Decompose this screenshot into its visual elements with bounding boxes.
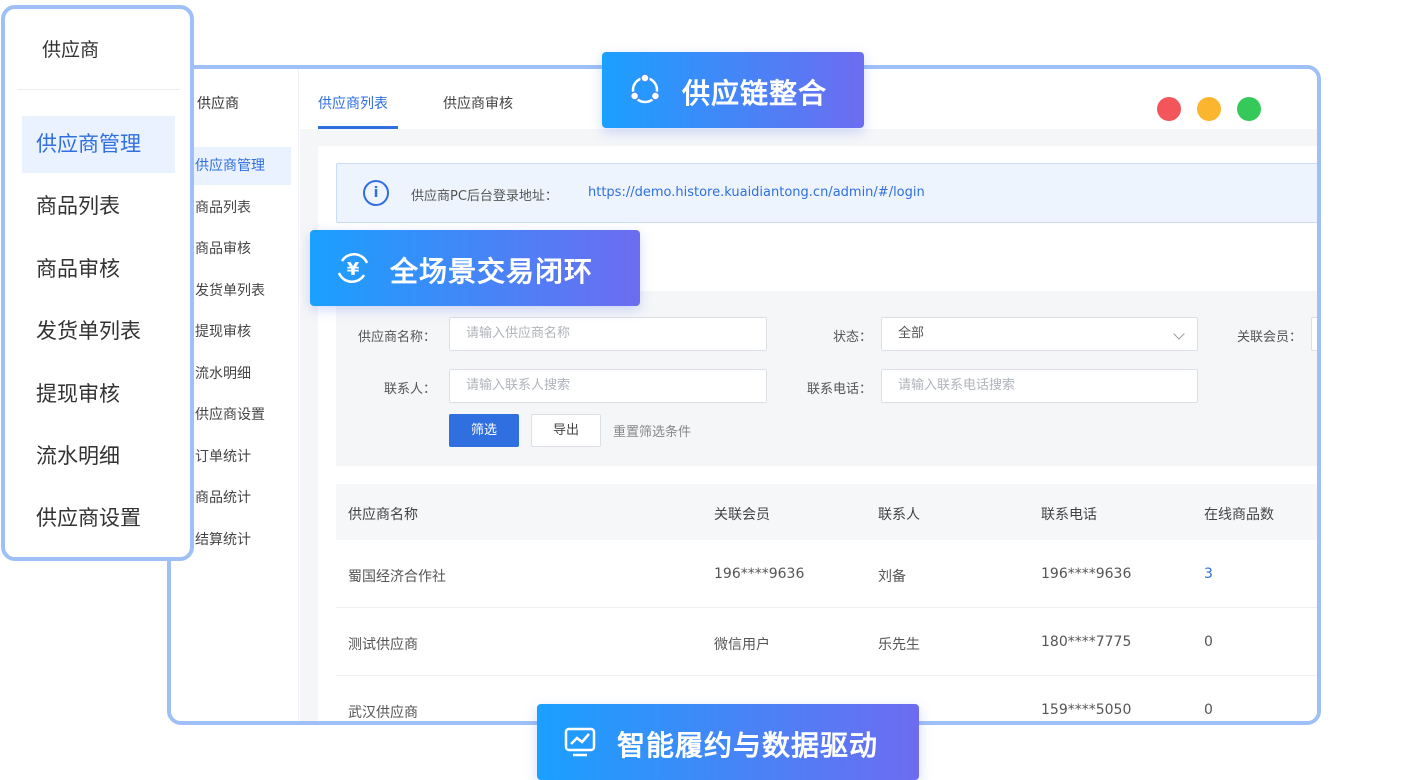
cell-online-count[interactable]: 3 [1204, 566, 1213, 582]
member-label: 关联会员： [1236, 330, 1302, 345]
cell-supplier-name: 武汉供应商 [348, 705, 418, 721]
share-network-icon [629, 73, 661, 104]
cell-phone: 180****7775 [1041, 634, 1132, 650]
col-online-count: 在线商品数 [1204, 507, 1274, 523]
yuan-cycle-icon: ¥ [337, 253, 369, 283]
minimize-dot[interactable] [1196, 97, 1221, 121]
phone-label: 联系电话： [806, 382, 872, 397]
main-area: 供应商列表 供应商审核 i 供应商PC后台登录地址： https://demo.… [300, 69, 1317, 721]
status-select[interactable]: 全部 [881, 317, 1198, 351]
cell-contact: 乐先生 [878, 637, 920, 653]
supplier-name-input[interactable]: 请输入供应商名称 [449, 317, 767, 351]
filter-form: 供应商名称： 请输入供应商名称 状态： 全部 关联会员： 联系人： 请输入联系人… [336, 291, 1317, 466]
status-value: 全部 [898, 326, 925, 341]
maximize-dot[interactable] [1237, 97, 1261, 121]
floating-menu-panel: 供应商 供应商管理 商品列表 商品审核 发货单列表 提现审核 流水明细 供应商设… [1, 5, 194, 561]
trade-loop-badge: ¥ 全场景交易闭环 [310, 230, 640, 306]
panel-item-product-list[interactable]: 商品列表 [22, 178, 175, 235]
supplier-name-label: 供应商名称： [357, 330, 436, 345]
smart-fulfilment-badge: 智能履约与数据驱动 [537, 704, 919, 780]
table-row[interactable]: 测试供应商 微信用户 乐先生 180****7775 0 [336, 608, 1317, 676]
col-supplier-name: 供应商名称 [348, 507, 418, 523]
info-icon: i [363, 180, 389, 206]
tab-supplier-list[interactable]: 供应商列表 [318, 93, 388, 113]
svg-text:¥: ¥ [347, 259, 360, 280]
cell-member: 196****9636 [714, 566, 805, 582]
supply-chain-badge: 供应链整合 [602, 52, 864, 128]
col-contact: 联系人 [878, 507, 920, 523]
table-header: 供应商名称 关联会员 联系人 联系电话 在线商品数 [336, 484, 1317, 540]
chevron-down-icon [1173, 328, 1185, 340]
notice-label: 供应商PC后台登录地址： [411, 189, 558, 204]
cell-contact: 刘备 [878, 569, 906, 585]
monitor-chart-icon [564, 727, 596, 757]
contact-input[interactable]: 请输入联系人搜索 [449, 369, 767, 403]
table-row[interactable]: 蜀国经济合作社 196****9636 刘备 196****9636 3 [336, 540, 1317, 608]
cell-member: 微信用户 [714, 637, 770, 653]
login-url-link[interactable]: https://demo.histore.kuaidiantong.cn/adm… [588, 185, 925, 200]
panel-item-supplier-management[interactable]: 供应商管理 [22, 116, 175, 173]
member-input[interactable] [1311, 317, 1317, 351]
cell-online-count: 0 [1204, 702, 1213, 718]
app-window: 供应商 供应商管理 商品列表 商品审核 发货单列表 提现审核 流水明细 供应商设… [167, 65, 1321, 725]
panel-menu: 供应商管理 商品列表 商品审核 发货单列表 提现审核 流水明细 供应商设置 [22, 116, 175, 553]
cell-supplier-name: 测试供应商 [348, 637, 418, 653]
supply-chain-text: 供应链整合 [682, 77, 828, 110]
panel-item-shipping-list[interactable]: 发货单列表 [22, 303, 175, 360]
trade-loop-text: 全场景交易闭环 [390, 255, 594, 288]
active-tab-indicator [318, 126, 398, 129]
panel-title: 供应商 [42, 39, 100, 61]
col-phone: 联系电话 [1041, 507, 1097, 523]
filter-button[interactable]: 筛选 [449, 414, 519, 447]
window-controls [1146, 97, 1261, 125]
cell-online-count: 0 [1204, 634, 1213, 650]
panel-item-product-review[interactable]: 商品审核 [22, 241, 175, 298]
sidebar-title: 供应商 [197, 96, 239, 112]
panel-item-withdraw-review[interactable]: 提现审核 [22, 366, 175, 423]
reset-filters-link[interactable]: 重置筛选条件 [613, 421, 691, 440]
panel-item-supplier-settings[interactable]: 供应商设置 [22, 490, 175, 547]
status-label: 状态： [832, 330, 872, 345]
cell-phone: 159****5050 [1041, 702, 1132, 718]
panel-divider [17, 89, 180, 90]
close-dot[interactable] [1156, 97, 1181, 121]
tab-supplier-review[interactable]: 供应商审核 [443, 93, 513, 113]
panel-item-transactions[interactable]: 流水明细 [22, 428, 175, 485]
cell-supplier-name: 蜀国经济合作社 [348, 569, 446, 585]
contact-label: 联系人： [383, 382, 436, 397]
phone-input[interactable]: 请输入联系电话搜索 [881, 369, 1198, 403]
export-button[interactable]: 导出 [531, 414, 601, 447]
smart-fulfilment-text: 智能履约与数据驱动 [617, 729, 879, 762]
col-member: 关联会员 [714, 507, 770, 523]
login-notice: i 供应商PC后台登录地址： https://demo.histore.kuai… [336, 163, 1317, 223]
cell-phone: 196****9636 [1041, 566, 1132, 582]
